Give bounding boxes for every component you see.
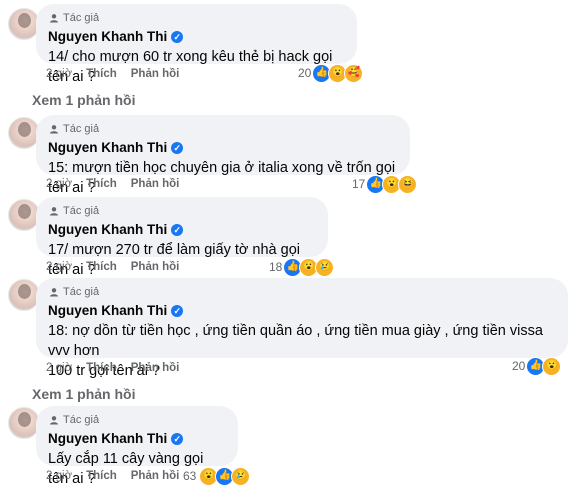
comment-bubble: Tác giả Nguyen Khanh Thi ✓ 17/ mượn 270 … (36, 197, 328, 278)
view-replies-link[interactable]: Xem 1 phản hồi (32, 386, 135, 402)
timestamp[interactable]: 2 giờ (46, 68, 72, 80)
comment-actions: 2 giờ Thích Phản hồi (46, 360, 179, 376)
author-tag-label: Tác giả (63, 414, 100, 426)
reaction-summary[interactable]: 17 👍 😮 😆 (352, 174, 418, 194)
like-button[interactable]: Thích (86, 178, 117, 190)
like-button[interactable]: Thích (86, 470, 117, 482)
author-tag-label: Tác giả (63, 205, 100, 217)
timestamp[interactable]: 2 giờ (46, 178, 72, 190)
author-name[interactable]: Nguyen Khanh Thi (48, 303, 167, 318)
haha-icon: 😆 (398, 174, 418, 194)
reply-button[interactable]: Phản hồi (131, 68, 180, 80)
comment-actions: 2 giờ Thích Phản hồi (46, 66, 179, 82)
author-tag-label: Tác giả (63, 286, 100, 298)
author-tag-icon (48, 415, 59, 426)
wow-icon: 😮 (542, 356, 562, 376)
reaction-count: 63 (183, 469, 197, 483)
verified-badge-icon: ✓ (171, 304, 184, 317)
author-tag-icon (48, 287, 59, 298)
comment-bubble: Tác giả Nguyen Khanh Thi ✓ 14/ cho mượn … (36, 4, 357, 85)
like-button[interactable]: Thích (86, 362, 117, 374)
author-tag-icon (48, 206, 59, 217)
reply-button[interactable]: Phản hồi (131, 178, 180, 190)
author-tag-label: Tác giả (63, 123, 100, 135)
author-name[interactable]: Nguyen Khanh Thi (48, 29, 167, 44)
reply-button[interactable]: Phản hồi (131, 261, 180, 273)
sad-icon: 😢 (315, 257, 335, 277)
comment-actions: 2 giờ Thích Phản hồi (46, 176, 179, 192)
author-tag-icon (48, 13, 59, 24)
reaction-count: 17 (352, 177, 366, 191)
reply-button[interactable]: Phản hồi (131, 362, 180, 374)
view-replies-link[interactable]: Xem 1 phản hồi (32, 92, 135, 108)
reaction-summary[interactable]: 20 👍 😮 🥰 (298, 63, 364, 83)
comment-text-line: 18: nợ dồn từ tiền học , ứng tiền quần á… (48, 323, 543, 359)
reaction-summary[interactable]: 18 👍 😮 😢 (269, 257, 335, 277)
reaction-count: 20 (298, 66, 312, 80)
reaction-summary[interactable]: 63 😮 👍 😢 (183, 466, 251, 486)
comment-actions: 2 giờ Thích Phản hồi (46, 468, 179, 484)
sad-icon: 😢 (231, 466, 251, 486)
timestamp[interactable]: 2 giờ (46, 362, 72, 374)
timestamp[interactable]: 2 giờ (46, 470, 72, 482)
reaction-count: 18 (269, 260, 283, 274)
author-tag-icon (48, 124, 59, 135)
like-button[interactable]: Thích (86, 261, 117, 273)
comment-actions: 2 giờ Thích Phản hồi (46, 259, 179, 275)
author-badge: Tác giả (48, 285, 556, 299)
verified-badge-icon: ✓ (171, 432, 184, 445)
comment-bubble: Tác giả Nguyen Khanh Thi ✓ Lấy cắp 11 câ… (36, 406, 238, 487)
comment-bubble: Tác giả Nguyen Khanh Thi ✓ 15: mượn tiền… (36, 115, 410, 196)
author-badge: Tác giả (48, 413, 226, 427)
author-name[interactable]: Nguyen Khanh Thi (48, 431, 167, 446)
reply-button[interactable]: Phản hồi (131, 470, 180, 482)
comment-bubble: Tác giả Nguyen Khanh Thi ✓ 18: nợ dồn từ… (36, 278, 568, 379)
author-tag-label: Tác giả (63, 12, 100, 24)
author-badge: Tác giả (48, 204, 316, 218)
author-badge: Tác giả (48, 122, 398, 136)
timestamp[interactable]: 2 giờ (46, 261, 72, 273)
reaction-count: 20 (512, 359, 526, 373)
author-name[interactable]: Nguyen Khanh Thi (48, 140, 167, 155)
reaction-summary[interactable]: 20 👍 😮 (512, 356, 562, 376)
like-button[interactable]: Thích (86, 68, 117, 80)
author-badge: Tác giả (48, 11, 345, 25)
verified-badge-icon: ✓ (171, 141, 184, 154)
care-icon: 🥰 (344, 63, 364, 83)
verified-badge-icon: ✓ (171, 30, 184, 43)
verified-badge-icon: ✓ (171, 223, 184, 236)
author-name[interactable]: Nguyen Khanh Thi (48, 222, 167, 237)
